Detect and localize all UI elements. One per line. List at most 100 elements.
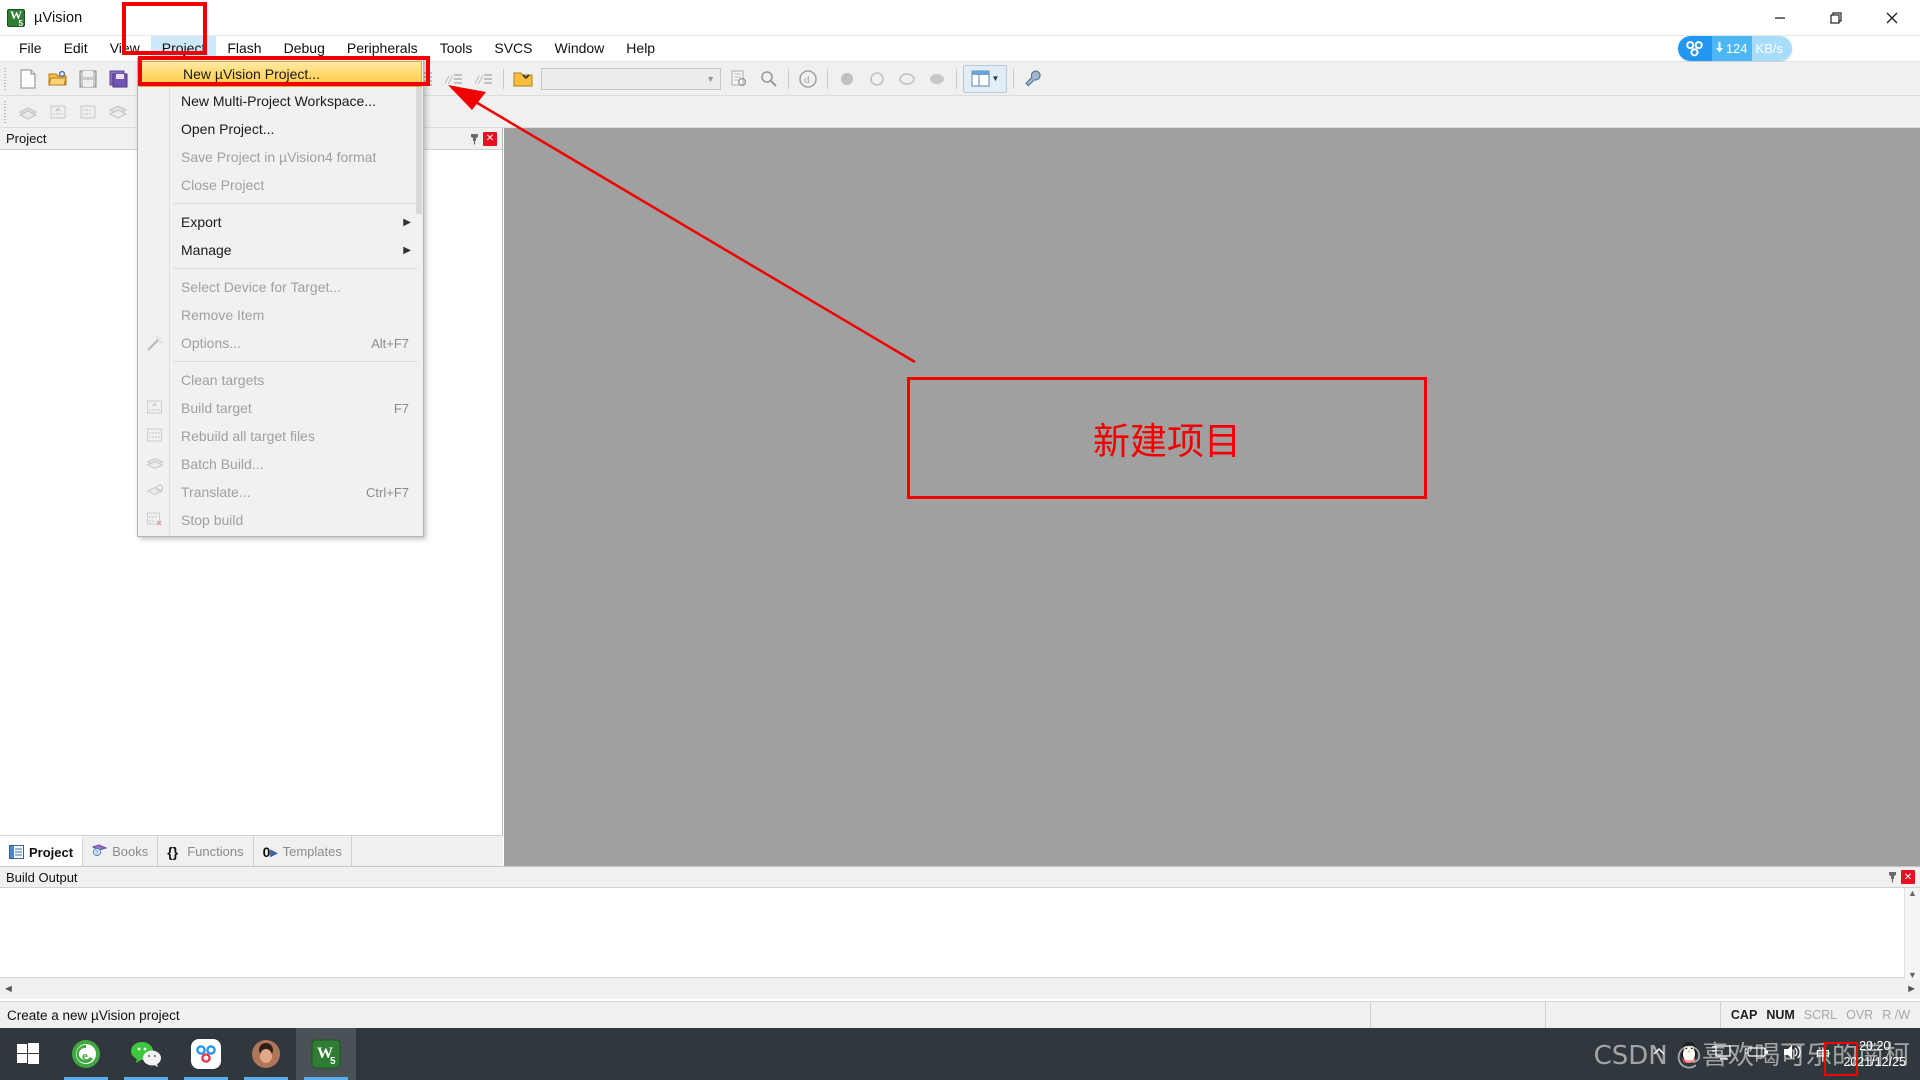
menu-svcs[interactable]: SVCS: [483, 36, 543, 61]
minimize-icon[interactable]: [1752, 0, 1808, 36]
close-icon[interactable]: ✕: [1901, 870, 1915, 884]
menu-item-clean-targets: Clean targets: [138, 366, 423, 394]
find-combo-input[interactable]: ▼: [541, 67, 721, 90]
menu-help[interactable]: Help: [615, 36, 666, 61]
taskbar-360-browser-icon[interactable]: e: [56, 1028, 116, 1080]
tab-templates-label: Templates: [282, 843, 342, 859]
menu-item-batch-build: Batch Build...: [138, 450, 423, 478]
menu-item-label: Manage: [181, 242, 232, 258]
status-flag-cap: CAP: [1730, 1008, 1758, 1022]
menu-item-label: Select Device for Target...: [181, 279, 342, 295]
menu-window[interactable]: Window: [544, 36, 616, 61]
menu-item-label: New Multi-Project Workspace...: [181, 93, 377, 109]
menu-item-shortcut: Ctrl+F7: [366, 484, 409, 500]
pin-icon[interactable]: [465, 130, 483, 148]
chevron-down-icon[interactable]: ▼: [992, 74, 1000, 83]
taskbar-wechat-icon[interactable]: [116, 1028, 176, 1080]
project-panel-tabs: Project ? Books {} Functions 0▸ Template…: [0, 835, 503, 866]
breakpoint-icon[interactable]: [862, 65, 892, 93]
new-file-icon[interactable]: [13, 65, 43, 93]
menu-tools[interactable]: Tools: [429, 36, 484, 61]
toolbar-grip[interactable]: [2, 67, 10, 90]
toolbar-grip[interactable]: [2, 100, 10, 123]
taskbar-user-avatar-icon[interactable]: [236, 1028, 296, 1080]
wrench-icon[interactable]: [1018, 65, 1048, 93]
project-tree-icon: [9, 844, 24, 860]
volume-icon[interactable]: [1782, 1043, 1802, 1066]
menu-item-label: Save Project in µVision4 format: [181, 149, 377, 165]
menu-item-new-uvision-project[interactable]: New µVision Project...: [139, 61, 422, 87]
network-speed-badge[interactable]: 124 KB/s: [1677, 36, 1792, 61]
close-icon[interactable]: [1864, 0, 1920, 36]
toolbar-separator: [827, 68, 828, 89]
windows-start-icon[interactable]: [0, 1028, 56, 1080]
menu-item-stop-build: Stop build: [138, 506, 423, 534]
build-output-panel: Build Output ✕ ◄ ► ▲ ▼: [0, 866, 1920, 1001]
tab-functions-label: Functions: [187, 843, 244, 859]
open-file-icon[interactable]: [43, 65, 73, 93]
save-all-icon[interactable]: [103, 65, 133, 93]
close-icon[interactable]: ✕: [483, 131, 497, 146]
pin-icon[interactable]: [1883, 868, 1901, 886]
menu-item-label: Batch Build...: [181, 456, 264, 472]
menu-edit[interactable]: Edit: [53, 36, 99, 61]
show-hidden-icons-chevron[interactable]: [1652, 1045, 1666, 1064]
find-icon[interactable]: [754, 65, 784, 93]
uncomment-icon[interactable]: //: [469, 65, 499, 93]
annotation-box-taskbar: [1824, 1042, 1858, 1076]
restore-icon[interactable]: [1808, 0, 1864, 36]
rebuild-icon[interactable]: [73, 98, 103, 126]
batch-build-icon[interactable]: [13, 98, 43, 126]
menu-item-shortcut: F7: [393, 400, 409, 416]
menu-file[interactable]: File: [8, 36, 53, 61]
build-output-text[interactable]: [0, 888, 1920, 978]
build-output-vscrollbar[interactable]: ▲ ▼: [1904, 888, 1920, 980]
menu-item-open-project[interactable]: Open Project...: [138, 115, 423, 143]
tab-project[interactable]: Project: [0, 836, 84, 866]
save-icon[interactable]: [73, 65, 103, 93]
window-split-icon[interactable]: ▼: [963, 64, 1007, 93]
disable-breakpoint-icon[interactable]: [892, 65, 922, 93]
stop-build-icon: [146, 511, 164, 529]
taskbar-baidu-netdisk-icon[interactable]: [176, 1028, 236, 1080]
menu-item-export[interactable]: Export ▶: [138, 208, 423, 236]
scroll-up-arrow-icon[interactable]: ▲: [1908, 888, 1917, 898]
menu-item-manage[interactable]: Manage ▶: [138, 236, 423, 264]
tab-books-label: Books: [112, 843, 149, 859]
batch-build-icon: [146, 455, 164, 473]
qq-penguin-icon[interactable]: [1679, 1041, 1699, 1068]
menu-separator: [174, 203, 417, 204]
scroll-down-arrow-icon[interactable]: ▼: [1908, 970, 1917, 980]
menu-item-shortcut: Alt+F7: [371, 335, 409, 351]
tab-templates[interactable]: 0▸ Templates: [254, 836, 352, 866]
kill-breakpoints-icon[interactable]: [922, 65, 952, 93]
tab-project-label: Project: [29, 844, 74, 860]
menu-item-new-multi-project-workspace[interactable]: New Multi-Project Workspace...: [138, 87, 423, 115]
tab-books[interactable]: ? Books: [83, 836, 159, 866]
zoom-icon[interactable]: d: [793, 65, 823, 93]
scroll-right-arrow-icon[interactable]: ►: [1906, 983, 1917, 995]
svg-text://: //: [475, 72, 484, 87]
status-cell-2: [1544, 1001, 1720, 1029]
status-flag-ovr: OVR: [1846, 1008, 1874, 1022]
templates-icon: 0▸: [262, 843, 278, 860]
books-icon: ?: [91, 843, 108, 859]
battery-icon[interactable]: [1745, 1044, 1769, 1065]
comment-icon[interactable]: //: [439, 65, 469, 93]
menu-item-options: Options... Alt+F7: [138, 329, 423, 357]
network-monitor-icon[interactable]: [1712, 1043, 1732, 1066]
status-flag-num: NUM: [1766, 1008, 1795, 1022]
build-output-header: Build Output ✕: [0, 866, 1920, 888]
build-icon[interactable]: [43, 98, 73, 126]
chevron-down-icon[interactable]: ▼: [706, 74, 715, 84]
tab-functions[interactable]: {} Functions: [158, 836, 254, 866]
find-in-files-icon[interactable]: [724, 65, 754, 93]
scroll-left-arrow-icon[interactable]: ◄: [3, 983, 14, 995]
debug-start-icon[interactable]: [832, 65, 862, 93]
layers-icon[interactable]: [103, 98, 133, 126]
taskbar-uvision-keil-icon[interactable]: W5: [296, 1028, 356, 1080]
annotation-callout-text: 新建项目: [1093, 420, 1241, 463]
bookmark-folder-icon[interactable]: [508, 65, 538, 93]
download-arrow-icon: [1715, 41, 1724, 56]
build-output-hscrollbar[interactable]: ◄ ►: [0, 978, 1920, 999]
